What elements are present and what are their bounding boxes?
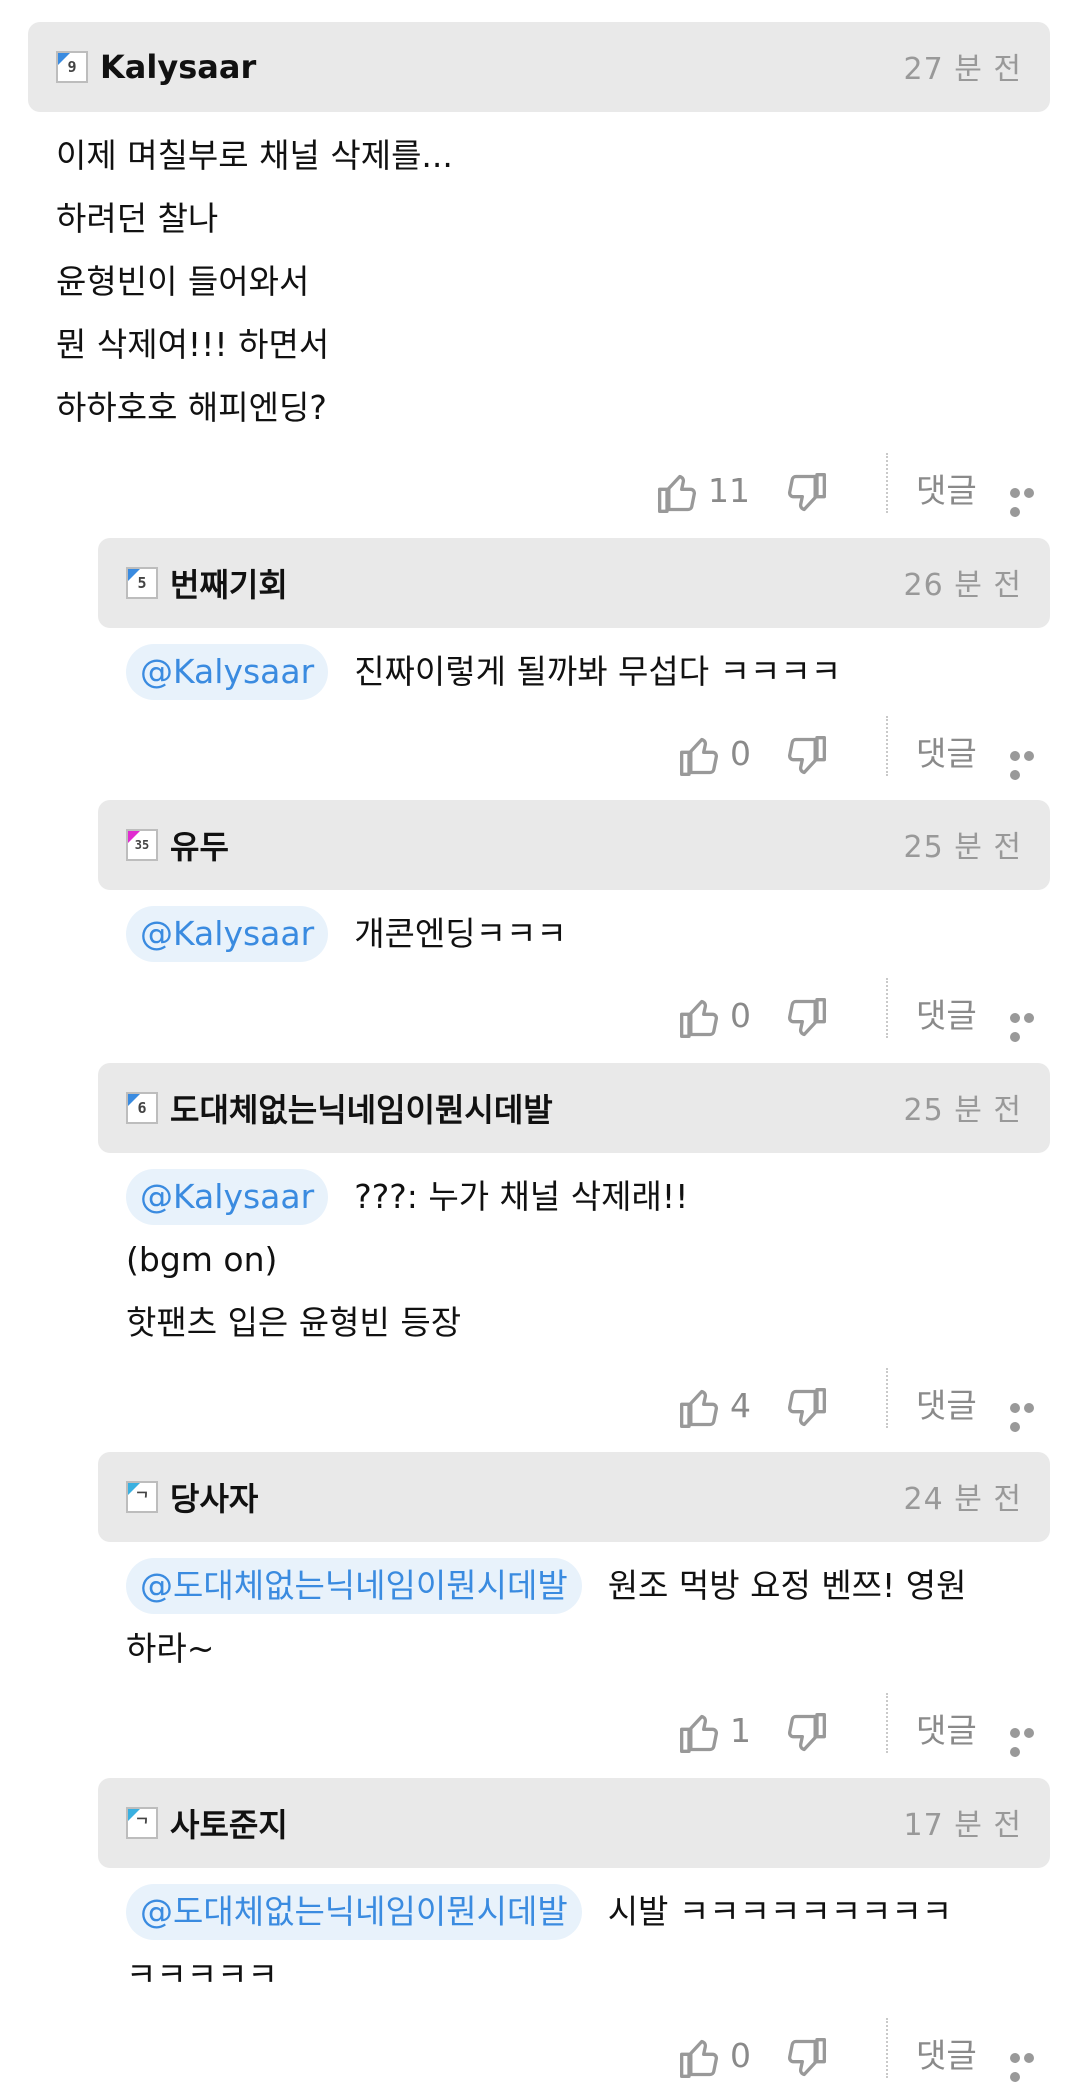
more-options-icon[interactable] [1010,1008,1050,1042]
comment-actions: 4 댓글 [0,1368,1050,1450]
comment: 9 Kalysaar 27 분 전 이제 며칠부로 채널 삭제를... 하려던 … [28,22,1050,439]
level-badge: 6 [126,1092,158,1124]
thumbs-down-icon[interactable] [784,996,828,1040]
comment-line: @도대체없는닉네임이뭔시데발 원조 먹방 요정 벤쯔! 영원 [126,1554,1050,1617]
like-count: 1 [730,1711,751,1750]
reply-button[interactable]: 댓글 [916,467,977,515]
comment-actions: 1 댓글 [0,1693,1050,1775]
like-count: 4 [730,1386,751,1425]
comment-body: @도대체없는닉네임이뭔시데발 시발 ㅋㅋㅋㅋㅋㅋㅋㅋㅋ ㅋㅋㅋㅋㅋ [98,1868,1050,2006]
comment-actions: 11 댓글 [0,453,1050,535]
comment-line: @Kalysaar 진짜이렇게 될까봐 무섭다 ㅋㅋㅋㅋ [126,640,1050,703]
reply-comment: ᄀ 당사자 24 분 전 @도대체없는닉네임이뭔시데발 원조 먹방 요정 벤쯔! … [98,1452,1050,1680]
level-badge: 5 [126,567,158,599]
comment-line: 하하호호 해피엔딩? [56,388,327,427]
comment-line: 하려던 찰나 [56,199,219,238]
comment-line: 윤형빈이 들어와서 [56,262,310,301]
comment-header: 5 번째기회 26 분 전 [98,538,1050,628]
divider [886,453,888,513]
thumbs-down-icon[interactable] [784,2036,828,2080]
comment-line: 이제 며칠부로 채널 삭제를... [56,136,453,175]
more-options-icon[interactable] [1010,1723,1050,1757]
comment-header: 9 Kalysaar 27 분 전 [28,22,1050,112]
comment-actions: 0 댓글 [0,978,1050,1060]
divider [886,716,888,776]
comment-body: @Kalysaar 진짜이렇게 될까봐 무섭다 ㅋㅋㅋㅋ [98,628,1050,703]
reply-button[interactable]: 댓글 [916,992,977,1040]
username[interactable]: 사토준지 [170,1800,288,1846]
comment-actions: 0 댓글 [0,716,1050,798]
mention-tag[interactable]: @Kalysaar [126,644,329,700]
like-count: 0 [730,734,751,773]
timestamp: 17 분 전 [903,1808,1022,1843]
comment-line: 하라~ [126,1629,215,1668]
more-options-icon[interactable] [1010,483,1050,517]
thumbs-up-icon[interactable] [678,2036,722,2080]
mention-tag[interactable]: @도대체없는닉네임이뭔시데발 [126,1884,582,1940]
comment-line: (bgm on) [126,1240,278,1279]
mention-tag[interactable]: @Kalysaar [126,1169,329,1225]
timestamp: 25 분 전 [903,1093,1022,1128]
mention-tag[interactable]: @도대체없는닉네임이뭔시데발 [126,1558,582,1614]
like-count: 11 [708,471,750,510]
comment-line: 뭔 삭제여!!! 하면서 [56,325,330,364]
like-count: 0 [730,996,751,1035]
reply-comment: 5 번째기회 26 분 전 @Kalysaar 진짜이렇게 될까봐 무섭다 ㅋㅋㅋ… [98,538,1050,703]
more-options-icon[interactable] [1010,746,1050,780]
thumbs-up-icon[interactable] [678,996,722,1040]
comment-actions: 0 댓글 [0,2018,1050,2100]
username[interactable]: 도대체없는닉네임이뭔시데발 [170,1085,553,1131]
comment-line: @도대체없는닉네임이뭔시데발 시발 ㅋㅋㅋㅋㅋㅋㅋㅋㅋ [126,1880,1050,1943]
reply-comment: 35 유두 25 분 전 @Kalysaar 개콘엔딩ㅋㅋㅋ [98,800,1050,965]
thumbs-down-icon[interactable] [784,1711,828,1755]
timestamp: 24 분 전 [903,1482,1022,1517]
thumbs-up-icon[interactable] [678,1711,722,1755]
comment-line: ㅋㅋㅋㅋㅋ [126,1955,278,1994]
more-options-icon[interactable] [1010,2048,1050,2082]
timestamp: 27 분 전 [903,52,1022,87]
level-badge: ᄀ [126,1481,158,1513]
thumbs-down-icon[interactable] [784,1386,828,1430]
thumbs-down-icon[interactable] [784,734,828,778]
level-badge: 9 [56,51,88,83]
thumbs-down-icon[interactable] [784,471,828,515]
reply-comment: 6 도대체없는닉네임이뭔시데발 25 분 전 @Kalysaar???: 누가 … [98,1063,1050,1354]
comment-header: ᄀ 사토준지 17 분 전 [98,1778,1050,1868]
comment-body: 이제 며칠부로 채널 삭제를... 하려던 찰나 윤형빈이 들어와서 뭔 삭제여… [28,112,1050,439]
comment-header: 6 도대체없는닉네임이뭔시데발 25 분 전 [98,1063,1050,1153]
level-badge: ᄀ [126,1807,158,1839]
username[interactable]: 당사자 [170,1474,258,1520]
reply-comment: ᄀ 사토준지 17 분 전 @도대체없는닉네임이뭔시데발 시발 ㅋㅋㅋㅋㅋㅋㅋㅋㅋ… [98,1778,1050,2006]
like-count: 0 [730,2036,751,2075]
username[interactable]: 번째기회 [170,560,288,606]
comment-line: @Kalysaar???: 누가 채널 삭제래!! [126,1165,1050,1228]
comment-header: ᄀ 당사자 24 분 전 [98,1452,1050,1542]
comment-line: @Kalysaar 개콘엔딩ㅋㅋㅋ [126,902,1050,965]
comment-body: @Kalysaar???: 누가 채널 삭제래!! (bgm on) 핫팬츠 입… [98,1153,1050,1354]
reply-button[interactable]: 댓글 [916,2032,977,2080]
reply-button[interactable]: 댓글 [916,1382,977,1430]
thumbs-up-icon[interactable] [678,1386,722,1430]
divider [886,1693,888,1753]
username[interactable]: Kalysaar [100,48,256,86]
reply-button[interactable]: 댓글 [916,1707,977,1755]
more-options-icon[interactable] [1010,1398,1050,1432]
thumbs-up-icon[interactable] [678,734,722,778]
thumbs-up-icon[interactable] [656,471,700,515]
reply-button[interactable]: 댓글 [916,730,977,778]
divider [886,1368,888,1428]
comment-body: @도대체없는닉네임이뭔시데발 원조 먹방 요정 벤쯔! 영원 하라~ [98,1542,1050,1680]
timestamp: 26 분 전 [903,568,1022,603]
comment-header: 35 유두 25 분 전 [98,800,1050,890]
mention-tag[interactable]: @Kalysaar [126,906,329,962]
comment-body: @Kalysaar 개콘엔딩ㅋㅋㅋ [98,890,1050,965]
divider [886,2018,888,2078]
level-badge: 35 [126,829,158,861]
divider [886,978,888,1038]
username[interactable]: 유두 [170,822,229,868]
timestamp: 25 분 전 [903,830,1022,865]
comment-line: 핫팬츠 입은 윤형빈 등장 [126,1303,462,1342]
